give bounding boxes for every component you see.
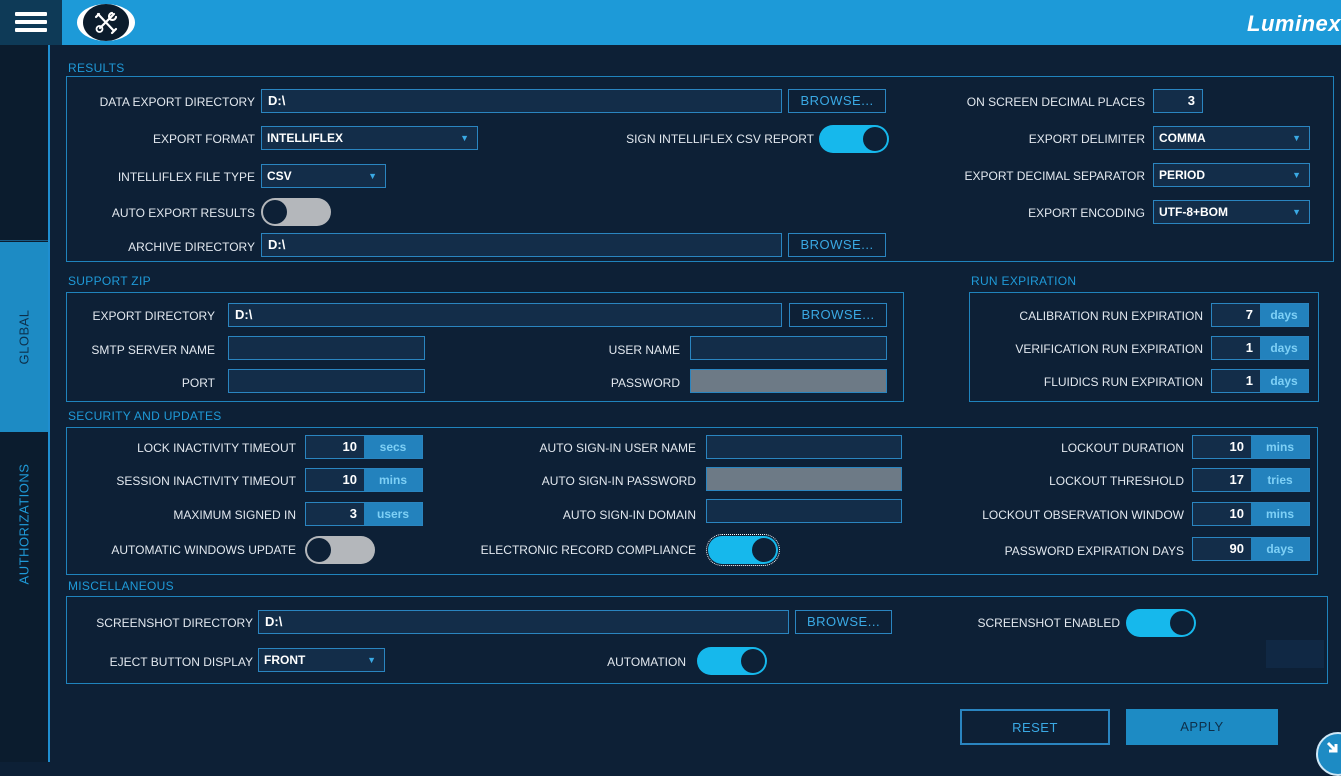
port-label: PORT xyxy=(181,376,215,390)
lockout-threshold-input[interactable]: 17 tries xyxy=(1192,468,1310,492)
export-encoding-select[interactable]: UTF-8+BOM ▼ xyxy=(1153,200,1310,224)
hamburger-menu-icon[interactable] xyxy=(0,0,62,45)
screenshot-directory-label: SCREENSHOT DIRECTORY xyxy=(96,616,253,630)
session-inactivity-timeout-input[interactable]: 10 mins xyxy=(305,468,423,492)
chevron-down-icon: ▼ xyxy=(368,171,377,181)
data-export-browse-button[interactable]: BROWSE... xyxy=(788,89,886,113)
screenshot-enabled-label: SCREENSHOT ENABLED xyxy=(977,616,1120,630)
chevron-down-icon: ▼ xyxy=(1292,207,1301,217)
support-export-directory-label: EXPORT DIRECTORY xyxy=(92,309,215,323)
port-input[interactable] xyxy=(228,369,425,393)
apply-button[interactable]: APPLY xyxy=(1126,709,1278,745)
auto-signin-domain-input[interactable] xyxy=(706,499,902,523)
export-delimiter-label: EXPORT DELIMITER xyxy=(1028,132,1145,146)
screenshot-enabled-toggle[interactable] xyxy=(1126,609,1196,637)
export-decimal-separator-label: EXPORT DECIMAL SEPARATOR xyxy=(964,169,1146,183)
lockout-threshold-label: LOCKOUT THRESHOLD xyxy=(1049,474,1184,488)
section-title-miscellaneous: MISCELLANEOUS xyxy=(68,579,174,593)
automation-label: AUTOMATION xyxy=(607,655,686,669)
data-export-directory-label: DATA EXPORT DIRECTORY xyxy=(99,95,255,109)
export-encoding-label: EXPORT ENCODING xyxy=(1028,206,1145,220)
sidebar-tab-label: AUTHORIZATIONS xyxy=(16,463,32,585)
export-format-select[interactable]: INTELLIFLEX ▼ xyxy=(261,126,478,150)
smtp-server-name-input[interactable] xyxy=(228,336,425,360)
calibration-run-expiration-label: CALIBRATION RUN EXPIRATION xyxy=(1019,309,1203,323)
chevron-down-icon: ▼ xyxy=(460,133,469,143)
verification-run-expiration-input[interactable]: 1 days xyxy=(1211,336,1309,360)
user-name-input[interactable] xyxy=(690,336,887,360)
sign-intelliflex-csv-report-toggle[interactable] xyxy=(819,125,889,153)
sign-intelliflex-csv-report-label: SIGN INTELLIFLEX CSV REPORT xyxy=(626,132,814,146)
password-expiration-days-input[interactable]: 90 days xyxy=(1192,537,1310,561)
chevron-down-icon: ▼ xyxy=(1292,133,1301,143)
data-export-directory-input[interactable]: D:\ xyxy=(261,89,782,113)
auto-signin-domain-label: AUTO SIGN-IN DOMAIN xyxy=(562,508,696,522)
lockout-duration-input[interactable]: 10 mins xyxy=(1192,435,1310,459)
reset-button[interactable]: RESET xyxy=(960,709,1110,745)
lockout-observation-window-input[interactable]: 10 mins xyxy=(1192,502,1310,526)
on-screen-decimal-places-label: ON SCREEN DECIMAL PLACES xyxy=(966,95,1145,109)
sidebar-tab-authorizations[interactable]: AUTHORIZATIONS xyxy=(0,434,48,614)
section-title-results: RESULTS xyxy=(68,61,125,75)
auto-signin-user-name-input[interactable] xyxy=(706,435,902,459)
lock-inactivity-timeout-label: LOCK INACTIVITY TIMEOUT xyxy=(137,441,296,455)
export-decimal-separator-select[interactable]: PERIOD ▼ xyxy=(1153,163,1310,187)
automatic-windows-update-toggle[interactable] xyxy=(305,536,375,564)
screenshot-browse-button[interactable]: BROWSE... xyxy=(795,610,892,634)
intelliflex-file-type-select[interactable]: CSV ▼ xyxy=(261,164,386,188)
automation-toggle[interactable] xyxy=(697,647,767,675)
calibration-run-expiration-input[interactable]: 7 days xyxy=(1211,303,1309,327)
panel-placeholder xyxy=(1266,640,1324,668)
eject-button-display-select[interactable]: FRONT ▼ xyxy=(258,648,385,672)
section-title-support-zip: SUPPORT ZIP xyxy=(68,274,151,288)
maximum-signed-in-input[interactable]: 3 users xyxy=(305,502,423,526)
auto-signin-password-label: AUTO SIGN-IN PASSWORD xyxy=(541,474,696,488)
electronic-record-compliance-label: ELECTRONIC RECORD COMPLIANCE xyxy=(480,543,696,557)
sidebar-tab-blank[interactable] xyxy=(0,45,48,241)
electronic-record-compliance-toggle[interactable] xyxy=(706,534,780,566)
lock-inactivity-timeout-input[interactable]: 10 secs xyxy=(305,435,423,459)
auto-signin-user-name-label: AUTO SIGN-IN USER NAME xyxy=(539,441,696,455)
sidebar-tab-label: GLOBAL xyxy=(16,309,32,365)
scroll-down-icon[interactable] xyxy=(1316,732,1341,776)
verification-run-expiration-label: VERIFICATION RUN EXPIRATION xyxy=(1015,342,1203,356)
chevron-down-icon: ▼ xyxy=(1292,170,1301,180)
support-export-browse-button[interactable]: BROWSE... xyxy=(789,303,887,327)
user-name-label: USER NAME xyxy=(608,343,680,357)
intelliflex-file-type-label: INTELLIFLEX FILE TYPE xyxy=(117,170,255,184)
tools-icon[interactable] xyxy=(77,4,135,41)
password-expiration-days-label: PASSWORD EXPIRATION DAYS xyxy=(1004,544,1184,558)
archive-directory-label: ARCHIVE DIRECTORY xyxy=(128,240,255,254)
on-screen-decimal-places-input[interactable]: 3 xyxy=(1153,89,1203,113)
eject-button-display-label: EJECT BUTTON DISPLAY xyxy=(109,655,253,669)
brand-logo: Luminex xyxy=(1247,11,1341,36)
fluidics-run-expiration-input[interactable]: 1 days xyxy=(1211,369,1309,393)
fluidics-run-expiration-label: FLUIDICS RUN EXPIRATION xyxy=(1043,375,1203,389)
password-input[interactable] xyxy=(690,369,887,393)
session-inactivity-timeout-label: SESSION INACTIVITY TIMEOUT xyxy=(116,474,296,488)
screenshot-directory-input[interactable]: D:\ xyxy=(258,610,789,634)
auto-signin-password-input[interactable] xyxy=(706,467,902,491)
export-format-label: EXPORT FORMAT xyxy=(152,132,255,146)
section-title-run-expiration: RUN EXPIRATION xyxy=(971,274,1077,288)
archive-browse-button[interactable]: BROWSE... xyxy=(788,233,886,257)
section-title-security: SECURITY AND UPDATES xyxy=(68,409,222,423)
password-label: PASSWORD xyxy=(610,376,680,390)
support-export-directory-input[interactable]: D:\ xyxy=(228,303,782,327)
lockout-observation-window-label: LOCKOUT OBSERVATION WINDOW xyxy=(982,508,1184,522)
top-bar: Luminex xyxy=(0,0,1341,45)
chevron-down-icon: ▼ xyxy=(367,655,376,665)
maximum-signed-in-label: MAXIMUM SIGNED IN xyxy=(173,508,296,522)
lockout-duration-label: LOCKOUT DURATION xyxy=(1061,441,1184,455)
archive-directory-input[interactable]: D:\ xyxy=(261,233,782,257)
smtp-server-name-label: SMTP SERVER NAME xyxy=(91,343,215,357)
sidebar-tab-global[interactable]: GLOBAL xyxy=(0,242,48,432)
auto-export-results-toggle[interactable] xyxy=(261,198,331,226)
export-delimiter-select[interactable]: COMMA ▼ xyxy=(1153,126,1310,150)
auto-export-results-label: AUTO EXPORT RESULTS xyxy=(111,206,255,220)
automatic-windows-update-label: AUTOMATIC WINDOWS UPDATE xyxy=(111,543,296,557)
